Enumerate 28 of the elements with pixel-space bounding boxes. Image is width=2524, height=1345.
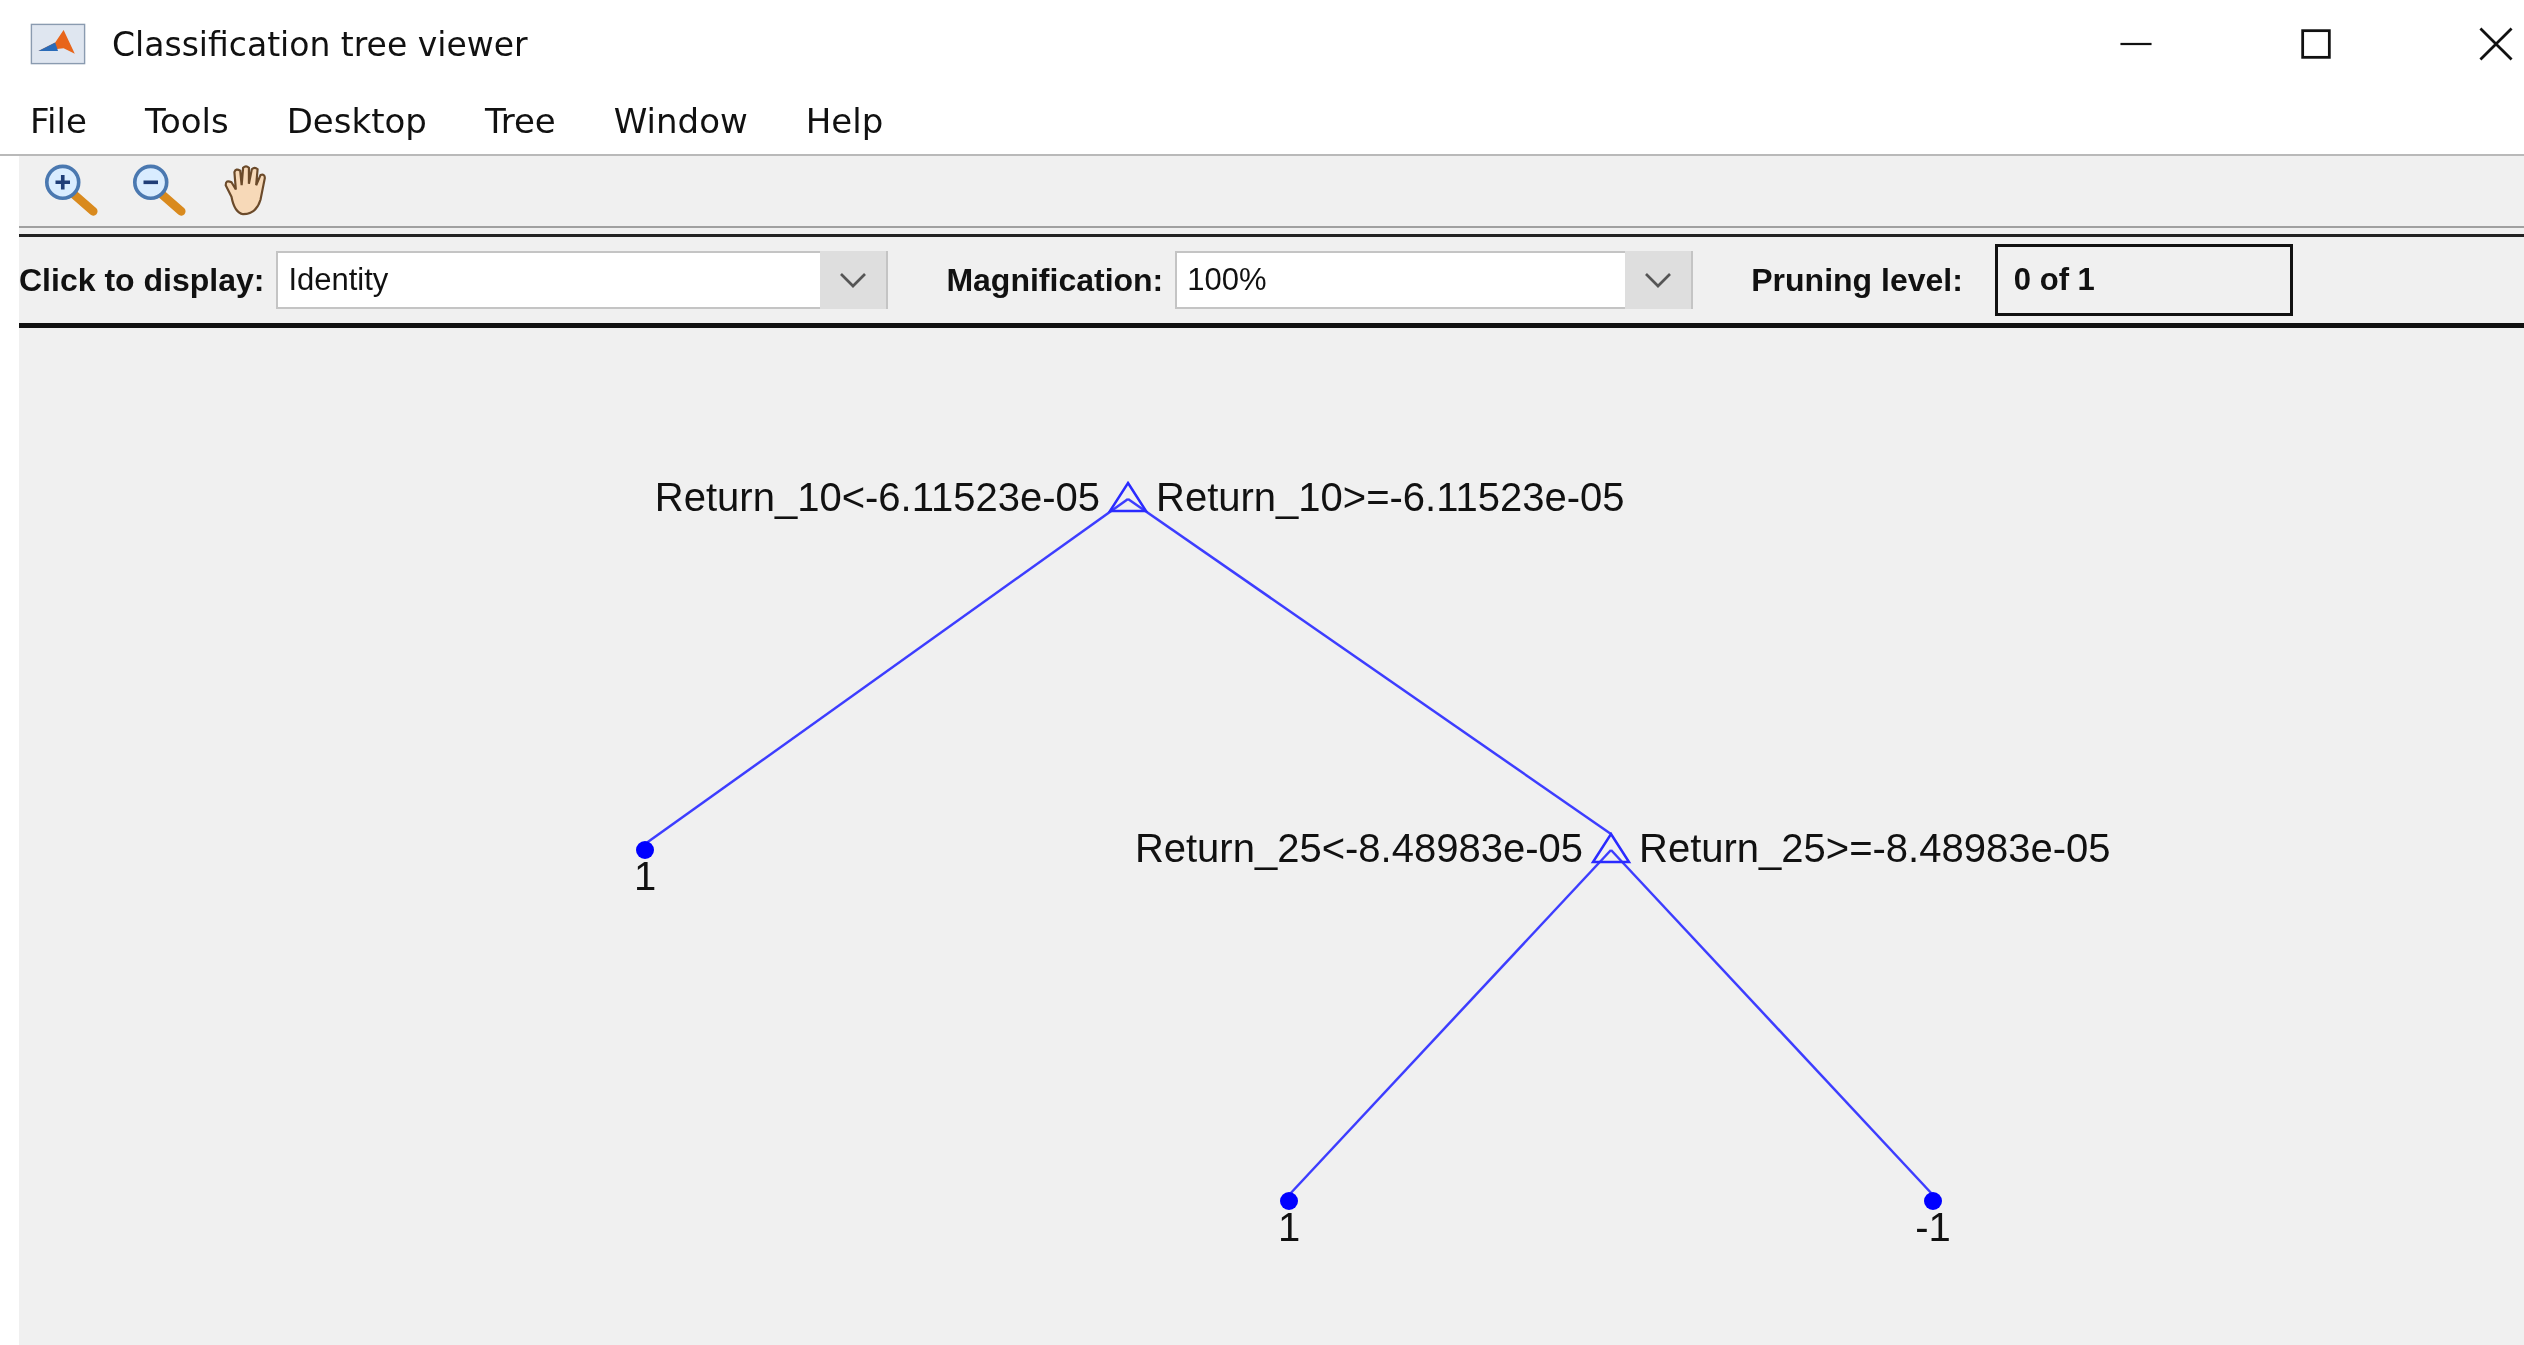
leaf-node[interactable] (636, 841, 654, 859)
split-condition-label: Return_25<-8.48983e-05 (1134, 826, 1583, 870)
menu-item[interactable]: File (30, 101, 87, 141)
menu-item[interactable]: Desktop (286, 101, 427, 141)
split-condition-label: Return_25>=-8.48983e-05 (1639, 826, 2111, 870)
chevron-icon (820, 251, 887, 309)
split-node[interactable] (1590, 831, 1632, 864)
split-node[interactable] (1107, 480, 1149, 513)
class-label: 1 (1277, 1205, 1301, 1249)
menu-item[interactable]: Tree (484, 101, 556, 141)
app-logo-icon (30, 23, 86, 65)
display-dropdown[interactable]: Identity (276, 251, 889, 309)
window-title: Classification tree viewer (112, 24, 528, 64)
display-label: Click to display: (19, 261, 265, 299)
magnification-label: Magnification: (946, 261, 1164, 299)
pruning-level-field[interactable]: 0 of 1 (1994, 244, 2293, 316)
magnification-dropdown[interactable]: 100% (1175, 251, 1694, 309)
menu-item[interactable]: Tools (144, 101, 229, 141)
chevron-icon (1625, 251, 1692, 309)
menu-item[interactable]: Help (805, 101, 884, 141)
pruning-level-label: Pruning level: (1751, 261, 1963, 299)
menu-item[interactable]: Window (613, 101, 748, 141)
class-label: -1 (1915, 1205, 1951, 1249)
class-label: 1 (633, 854, 657, 898)
split-condition-label: Return_10<-6.11523e-05 (654, 475, 1100, 519)
leaf-node[interactable] (1924, 1192, 1942, 1210)
leaf-node[interactable] (1280, 1192, 1298, 1210)
split-condition-label: Return_10>=-6.11523e-05 (1156, 475, 1625, 519)
